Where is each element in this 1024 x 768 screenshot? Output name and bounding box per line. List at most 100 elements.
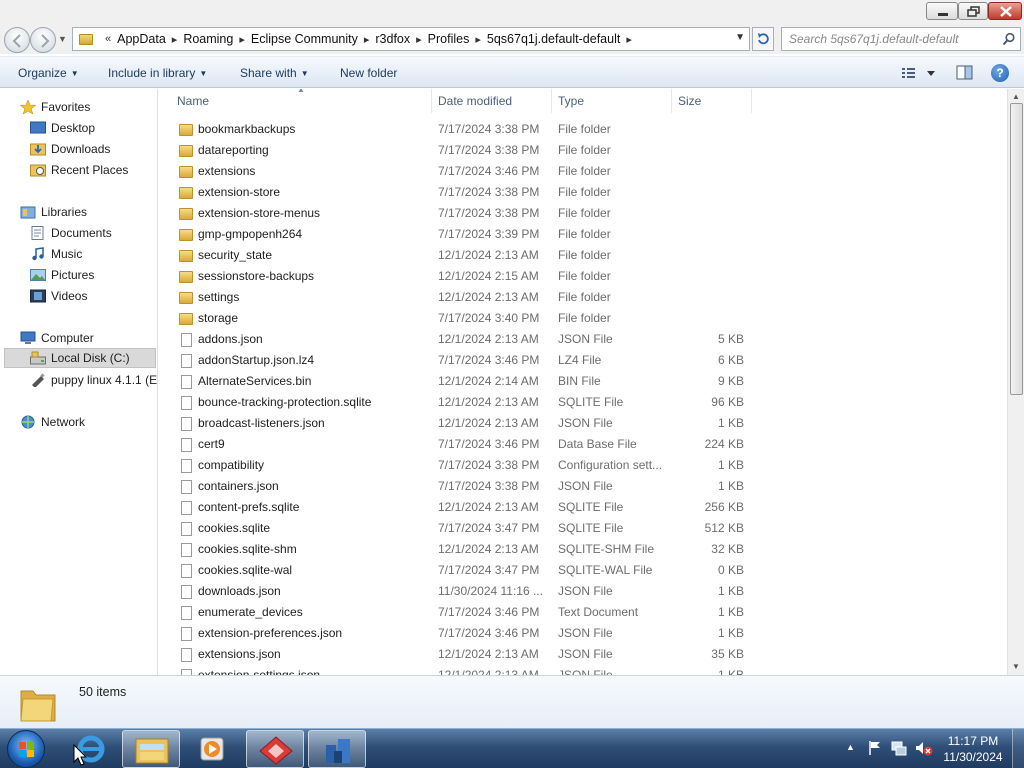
nav-pictures[interactable]: Pictures	[30, 265, 94, 285]
folder-row[interactable]: storage 7/17/2024 3:40 PM File folder	[173, 308, 753, 329]
nav-downloads[interactable]: Downloads	[30, 139, 110, 159]
column-date-modified[interactable]: Date modified	[432, 89, 552, 113]
folder-row[interactable]: settings 12/1/2024 2:13 AM File folder	[173, 287, 753, 308]
usb-drive-icon	[32, 373, 45, 387]
nav-network[interactable]: Network	[20, 412, 85, 432]
folder-row[interactable]: extensions 7/17/2024 3:46 PM File folder	[173, 161, 753, 182]
start-button[interactable]	[7, 730, 45, 768]
recent-pages-dropdown[interactable]: ▼	[58, 34, 67, 44]
nav-favorites[interactable]: Favorites	[20, 97, 90, 117]
file-row[interactable]: downloads.json 11/30/2024 11:16 ... JSON F…	[173, 581, 753, 602]
volume-muted-icon[interactable]	[914, 739, 934, 757]
file-row[interactable]: compatibility 7/17/2024 3:38 PM Configurat…	[173, 455, 753, 476]
search-input[interactable]	[782, 28, 992, 50]
column-name[interactable]: Name	[171, 89, 432, 113]
file-row[interactable]: cookies.sqlite 7/17/2024 3:47 PM SQLITE Fi…	[173, 518, 753, 539]
file-row[interactable]: containers.json 7/17/2024 3:38 PM JSON Fil…	[173, 476, 753, 497]
nav-documents[interactable]: Documents	[30, 223, 112, 243]
file-row[interactable]: extensions.json 12/1/2024 2:13 AM JSON Fil…	[173, 644, 753, 665]
nav-local-disk[interactable]: Local Disk (C:)	[4, 348, 156, 368]
file-row[interactable]: cert9 7/17/2024 3:46 PM Data Base File 224 …	[173, 434, 753, 455]
address-overflow[interactable]: «	[105, 33, 111, 45]
minimize-button[interactable]	[926, 2, 958, 20]
file-row[interactable]: cookies.sqlite-wal 7/17/2024 3:47 PM SQLIT…	[173, 560, 753, 581]
forward-button[interactable]	[30, 27, 56, 53]
breadcrumb-r3dfox[interactable]: r3dfox	[375, 32, 410, 46]
address-bar[interactable]: « AppData ▸ Roaming ▸ Eclipse Community …	[72, 27, 750, 51]
back-button[interactable]	[4, 27, 30, 53]
file-row[interactable]: bounce-tracking-protection.sqlite 12/1/20…	[173, 392, 753, 413]
breadcrumb-appdata[interactable]: AppData	[117, 32, 166, 46]
network-status-icon[interactable]	[890, 739, 908, 757]
chevron-right-icon[interactable]: ▸	[475, 33, 481, 46]
chevron-right-icon[interactable]: ▸	[239, 33, 245, 46]
search-box[interactable]	[781, 27, 1021, 51]
scroll-down-icon[interactable]: ▼	[1012, 662, 1020, 671]
file-row[interactable]: AlternateServices.bin 12/1/2024 2:14 AM BI…	[173, 371, 753, 392]
file-row[interactable]: broadcast-listeners.json 12/1/2024 2:13 A…	[173, 413, 753, 434]
taskbar-internet-explorer[interactable]	[62, 730, 120, 768]
file-size: 1 KB	[717, 458, 744, 472]
include-in-library-menu[interactable]: Include in library ▼	[108, 66, 207, 80]
file-icon	[181, 417, 192, 431]
taskbar-red-app[interactable]	[246, 730, 304, 768]
vertical-scrollbar[interactable]: ▲ ▼	[1007, 89, 1024, 675]
file-row[interactable]: addonStartup.json.lz4 7/17/2024 3:46 PM LZ…	[173, 350, 753, 371]
nav-computer[interactable]: Computer	[20, 328, 94, 348]
file-row[interactable]: extension-settings.json 12/1/2024 2:13 AM…	[173, 665, 753, 675]
breadcrumb-roaming[interactable]: Roaming	[183, 32, 233, 46]
nav-puppy-linux[interactable]: puppy linux 4.1.1 (E:	[30, 370, 157, 390]
folder-row[interactable]: datareporting 7/17/2024 3:38 PM File folde…	[173, 140, 753, 161]
nav-recent-places[interactable]: Recent Places	[30, 160, 128, 180]
help-icon[interactable]: ?	[991, 64, 1009, 82]
nav-libraries[interactable]: Libraries	[20, 202, 87, 222]
restore-button[interactable]	[958, 2, 988, 20]
taskbar-blue-app[interactable]	[308, 730, 366, 768]
refresh-button[interactable]	[752, 27, 774, 51]
nav-music[interactable]: Music	[30, 244, 82, 264]
chevron-right-icon[interactable]: ▸	[416, 33, 422, 46]
back-arrow-icon	[12, 34, 21, 48]
breadcrumb-profile-folder[interactable]: 5qs67q1j.default-default	[487, 32, 620, 46]
chevron-right-icon[interactable]: ▸	[626, 33, 632, 46]
scroll-up-icon[interactable]: ▲	[1012, 92, 1020, 101]
share-with-menu[interactable]: Share with ▼	[240, 66, 309, 80]
search-icon[interactable]	[1002, 32, 1016, 46]
file-row[interactable]: content-prefs.sqlite 12/1/2024 2:13 AM SQL…	[173, 497, 753, 518]
nav-desktop[interactable]: Desktop	[30, 118, 95, 138]
folder-row[interactable]: extension-store 7/17/2024 3:38 PM File fol…	[173, 182, 753, 203]
taskbar-windows-explorer[interactable]	[122, 730, 180, 768]
file-row[interactable]: addons.json 12/1/2024 2:13 AM JSON File 5 K…	[173, 329, 753, 350]
preview-pane-button[interactable]	[956, 65, 974, 81]
file-row[interactable]: cookies.sqlite-shm 12/1/2024 2:13 AM SQLIT…	[173, 539, 753, 560]
breadcrumb-eclipse-community[interactable]: Eclipse Community	[251, 32, 358, 46]
taskbar-media-player[interactable]	[182, 730, 240, 768]
chevron-right-icon[interactable]: ▸	[364, 33, 370, 46]
file-size: 1 KB	[717, 479, 744, 493]
folder-row[interactable]: extension-store-menus 7/17/2024 3:38 PM Fi…	[173, 203, 753, 224]
organize-menu[interactable]: Organize ▼	[18, 66, 79, 80]
column-size[interactable]: Size	[672, 89, 752, 113]
chevron-right-icon[interactable]: ▸	[172, 33, 178, 46]
scrollbar-thumb[interactable]	[1010, 103, 1023, 395]
file-row[interactable]: extension-preferences.json 7/17/2024 3:46…	[173, 623, 753, 644]
column-type[interactable]: Type	[552, 89, 672, 113]
nav-videos[interactable]: Videos	[30, 286, 87, 306]
action-center-flag-icon[interactable]	[866, 739, 884, 757]
clock[interactable]: 11:17 PM 11/30/2024	[940, 733, 1006, 765]
file-row[interactable]: enumerate_devices 7/17/2024 3:46 PM Text D…	[173, 602, 753, 623]
change-view-button[interactable]	[900, 65, 940, 81]
breadcrumb-profiles[interactable]: Profiles	[428, 32, 470, 46]
show-hidden-icons-icon[interactable]: ▲	[846, 742, 855, 752]
chevron-down-icon: ▼	[300, 69, 309, 78]
address-dropdown[interactable]: ▼	[735, 32, 745, 43]
folder-row[interactable]: security_state 12/1/2024 2:13 AM File fold…	[173, 245, 753, 266]
clock-time: 11:17 PM	[947, 734, 999, 748]
folder-icon	[179, 313, 193, 325]
folder-row[interactable]: bookmarkbackups 7/17/2024 3:38 PM File fol…	[173, 119, 753, 140]
show-desktop-button[interactable]	[1012, 729, 1024, 768]
folder-row[interactable]: sessionstore-backups 12/1/2024 2:15 AM Fil…	[173, 266, 753, 287]
close-button[interactable]	[988, 2, 1022, 20]
folder-row[interactable]: gmp-gmpopenh264 7/17/2024 3:39 PM File fol…	[173, 224, 753, 245]
new-folder-button[interactable]: New folder	[340, 66, 397, 80]
